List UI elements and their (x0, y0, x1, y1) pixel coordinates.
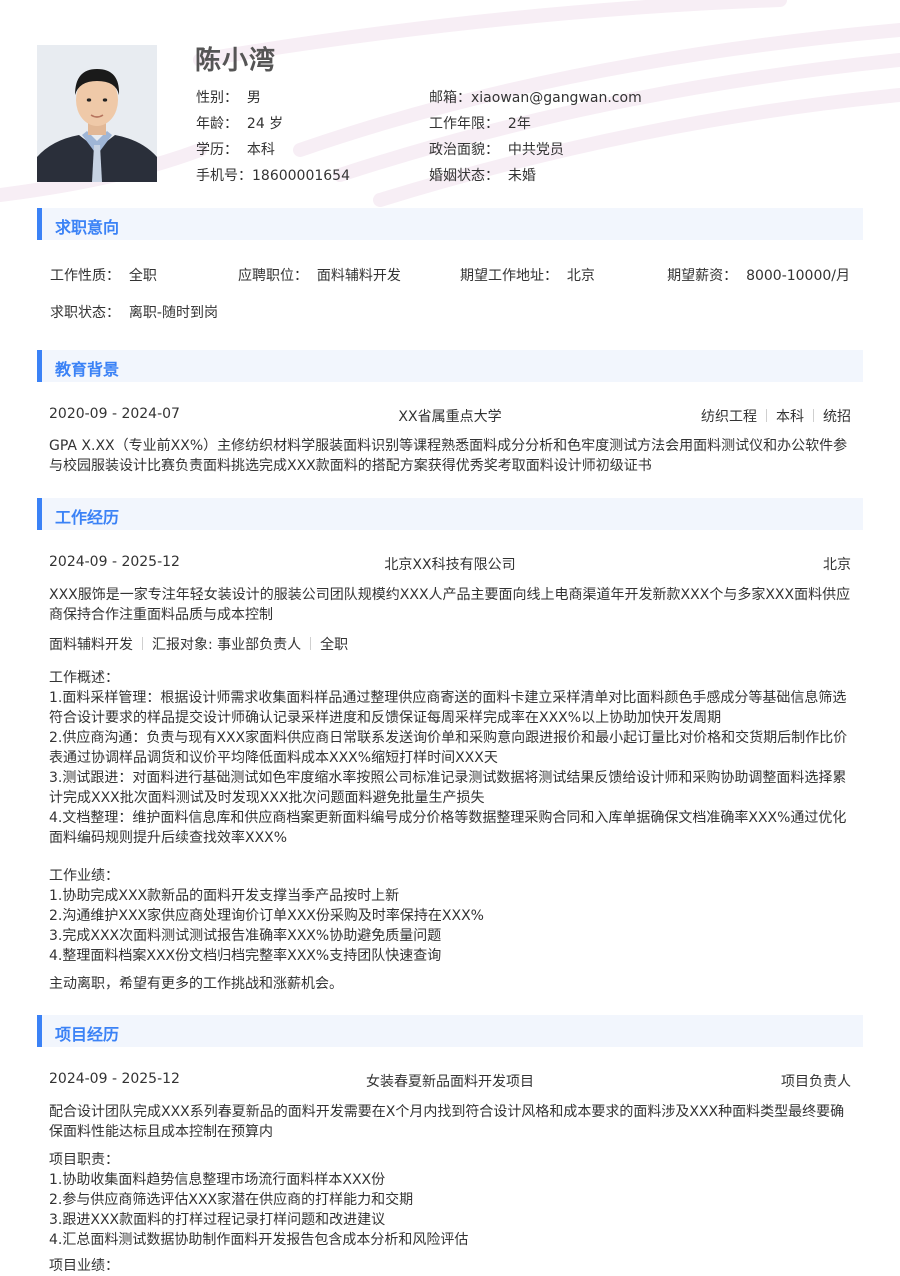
position-field: 应聘职位： 面料辅料开发 (238, 265, 401, 285)
report-to: 汇报对象: 事业部负责人 (152, 637, 302, 653)
divider (813, 409, 814, 422)
section-header-work: 工作经历 (37, 498, 863, 530)
work-years-field: 工作年限： 2年 (429, 113, 531, 133)
resume-header: 陈小湾 性别： 男 年龄： 24 岁 学历： 本科 手机号：1860000165… (0, 0, 900, 200)
email-value: xiaowan@gangwan.com (471, 90, 642, 106)
job-status-field: 求职状态： 离职-随时到岗 (50, 302, 218, 322)
section-accent-bar (37, 1015, 42, 1047)
project-role: 项目负责人 (781, 1074, 851, 1090)
project-duties: 项目职责： 1.协助收集面料趋势信息整理市场流行面料样本XXX份 2.参与供应商… (49, 1150, 851, 1250)
section-header-intention: 求职意向 (37, 208, 863, 240)
position-value: 面料辅料开发 (316, 268, 401, 284)
achievement-item: 4.整理面料档案XXX份文档归档完整率XXX%支持团队快速查询 (49, 948, 442, 964)
major: 纺织工程 (701, 409, 757, 425)
section-header-education: 教育背景 (37, 350, 863, 382)
email-label: 邮箱： (429, 90, 471, 106)
divider (142, 637, 143, 650)
education-field: 学历： 本科 (196, 139, 275, 159)
section-title: 项目经历 (55, 1025, 120, 1044)
phone-label: 手机号： (196, 168, 252, 184)
education-tags: 纺织工程 本科 统招 (701, 406, 851, 426)
achievement-item: 3.完成XXX次面料测试测试报告准确率XXX%协助避免质量问题 (49, 928, 442, 944)
age-value: 24 岁 (246, 116, 284, 132)
education-label: 学历： (196, 142, 238, 158)
divider (766, 409, 767, 422)
duty-item: 4.文档整理：维护面料信息库和供应商档案更新面料编号成分价格等数据整理采购合同和… (49, 810, 847, 846)
degree: 本科 (776, 409, 804, 425)
work-years-value: 2年 (507, 116, 531, 132)
job-type-field: 工作性质： 全职 (50, 265, 157, 285)
job-type-label: 工作性质： (50, 268, 120, 284)
leave-reason: 主动离职，希望有更多的工作挑战和涨薪机会。 (49, 976, 343, 992)
achievement-item: 1.协助完成XXX款新品的面料开发支撑当季产品按时上新 (49, 888, 400, 904)
project-duty-item: 1.协助收集面料趋势信息整理市场流行面料样本XXX份 (49, 1172, 386, 1188)
work-achievements: 工作业绩： 1.协助完成XXX款新品的面料开发支撑当季产品按时上新 2.沟通维护… (49, 866, 851, 966)
position-label: 应聘职位： (238, 268, 308, 284)
achievements-label: 工作业绩： (49, 868, 119, 884)
job-status-label: 求职状态： (50, 305, 120, 321)
candidate-name: 陈小湾 (195, 46, 277, 76)
section-accent-bar (37, 350, 42, 382)
city-label: 期望工作地址： (460, 268, 558, 284)
politics-label: 政治面貌： (429, 142, 499, 158)
employment-type: 全职 (320, 637, 349, 653)
project-duty-item: 4.汇总面料测试数据协助制作面料开发报告包含成本分析和风险评估 (49, 1232, 469, 1248)
job-role: 面料辅料开发 (49, 637, 133, 653)
project-description: 配合设计团队完成XXX系列春夏新品的面料开发需要在X个月内找到符合设计风格和成本… (49, 1104, 845, 1140)
project-duty-item: 3.跟进XXX款面料的打样过程记录打样问题和改进建议 (49, 1212, 386, 1228)
company-description: XXX服饰是一家专注年轻女装设计的服装公司团队规模约XXX人产品主要面向线上电商… (49, 587, 851, 623)
education-description: GPA X.XX（专业前XX%）主修纺织材料学服装面料识别等课程熟悉面料成分分析… (49, 438, 848, 474)
duty-item: 3.测试跟进：对面料进行基础测试如色牢度缩水率按照公司标准记录测试数据将测试结果… (49, 770, 847, 806)
section-title: 求职意向 (55, 218, 120, 237)
work-city: 北京 (823, 557, 851, 573)
age-label: 年龄： (196, 116, 238, 132)
email-field: 邮箱：xiaowan@gangwan.com (429, 87, 642, 107)
overview-label: 工作概述： (49, 670, 119, 686)
city-value: 北京 (566, 268, 595, 284)
job-status-value: 离职-随时到岗 (128, 305, 218, 321)
salary-field: 期望薪资： 8000-10000/月 (667, 265, 850, 285)
gender-value: 男 (246, 90, 261, 106)
study-mode: 统招 (823, 409, 851, 425)
education-value: 本科 (246, 142, 275, 158)
gender-label: 性别： (196, 90, 238, 106)
marital-field: 婚姻状态： 未婚 (429, 165, 536, 185)
duty-item: 1.面料采样管理：根据设计师需求收集面料样品通过整理供应商寄送的面料卡建立采样清… (49, 690, 847, 726)
marital-label: 婚姻状态： (429, 168, 499, 184)
gender-field: 性别： 男 (196, 87, 261, 107)
project-duty-label: 项目职责： (49, 1152, 119, 1168)
salary-value: 8000-10000/月 (746, 268, 850, 284)
project-name: 女装春夏新品面料开发项目 (366, 1074, 534, 1090)
project-achievement-label: 项目业绩： (49, 1258, 119, 1274)
politics-field: 政治面貌： 中共党员 (429, 139, 564, 159)
section-accent-bar (37, 208, 42, 240)
project-duty-item: 2.参与供应商筛选评估XXX家潜在供应商的打样能力和交期 (49, 1192, 414, 1208)
section-accent-bar (37, 498, 42, 530)
company-name: 北京XX科技有限公司 (384, 557, 516, 573)
age-field: 年龄： 24 岁 (196, 113, 283, 133)
salary-label: 期望薪资： (667, 268, 738, 284)
duty-item: 2.供应商沟通：负责与现有XXX家面料供应商日常联系发送询价单和采购意向跟进报价… (49, 730, 848, 766)
achievement-item: 2.沟通维护XXX家供应商处理询价订单XXX份采购及时率保持在XXX% (49, 908, 484, 924)
city-field: 期望工作地址： 北京 (460, 265, 595, 285)
avatar (37, 45, 157, 182)
work-years-label: 工作年限： (429, 116, 499, 132)
phone-value: 18600001654 (252, 168, 350, 184)
politics-value: 中共党员 (507, 142, 564, 158)
divider (310, 637, 312, 650)
portrait-illustration (37, 45, 157, 182)
section-title: 教育背景 (55, 360, 120, 379)
job-type-value: 全职 (128, 268, 157, 284)
phone-field: 手机号：18600001654 (196, 165, 350, 185)
section-title: 工作经历 (55, 508, 120, 527)
section-header-project: 项目经历 (37, 1015, 863, 1047)
work-overview: 工作概述： 1.面料采样管理：根据设计师需求收集面料样品通过整理供应商寄送的面料… (49, 668, 851, 848)
marital-value: 未婚 (507, 168, 536, 184)
